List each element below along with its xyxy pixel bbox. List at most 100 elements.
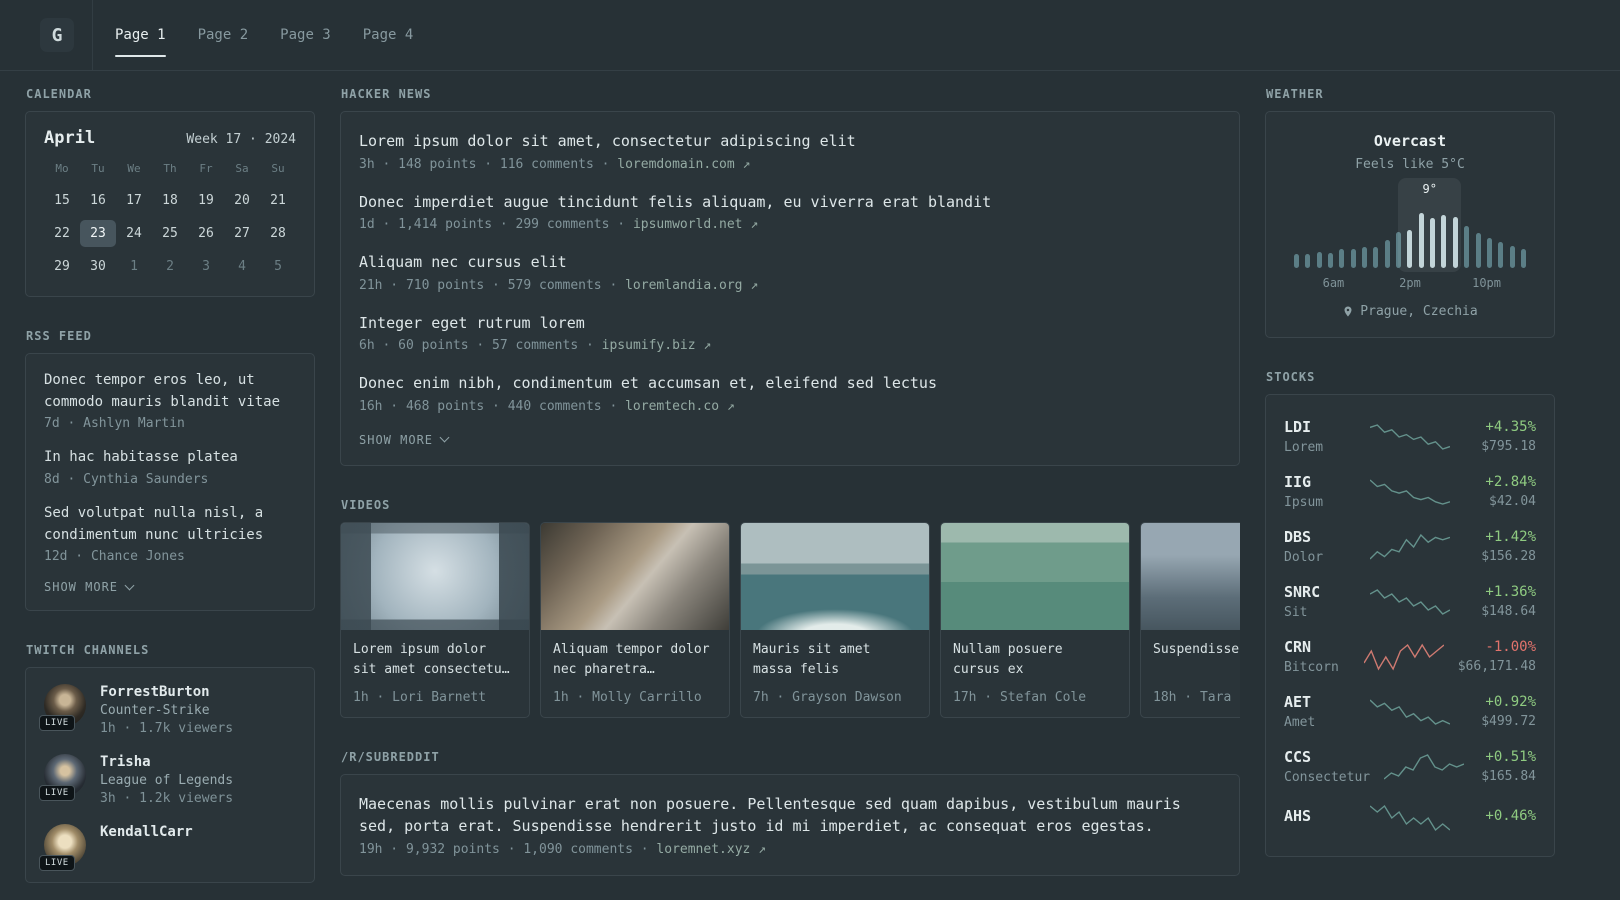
- video-title[interactable]: Lorem ipsum dolor sit amet consectetu…: [353, 640, 517, 682]
- news-item-title[interactable]: Donec enim nibh, condimentum et accumsan…: [359, 372, 1221, 395]
- stock-sparkline: [1370, 423, 1450, 450]
- subreddit-post-title[interactable]: Maecenas mollis pulvinar erat non posuer…: [359, 793, 1221, 838]
- stock-row[interactable]: AHS +0.46%: [1284, 794, 1536, 842]
- external-link-icon: ↗: [703, 338, 712, 353]
- subreddit-post-domain-link[interactable]: loremnet.xyz ↗: [656, 842, 766, 857]
- calendar-date-next-month: 4: [238, 259, 246, 274]
- news-item-title[interactable]: Lorem ipsum dolor sit amet, consectetur …: [359, 130, 1221, 153]
- stocks-card: LDI Lorem +4.35% $795.18 IIG Ipsum +2.84…: [1265, 394, 1555, 857]
- calendar-date: 26: [198, 226, 214, 241]
- stock-row[interactable]: LDI Lorem +4.35% $795.18: [1284, 409, 1536, 464]
- video-card[interactable]: Nullam posuere cursus ex 17h · Stefan Co…: [940, 521, 1130, 718]
- video-thumbnail[interactable]: [1141, 522, 1240, 630]
- tab-page-2[interactable]: Page 2: [198, 23, 249, 47]
- stock-price: $148.64: [1481, 604, 1536, 619]
- channel-name[interactable]: KendallCarr: [100, 824, 193, 840]
- stock-price: $66,171.48: [1457, 659, 1536, 674]
- hacker-news-card: Lorem ipsum dolor sit amet, consectetur …: [340, 111, 1240, 466]
- news-item-title[interactable]: Integer eget rutrum lorem: [359, 312, 1221, 335]
- tab-page-4[interactable]: Page 4: [363, 23, 414, 47]
- weather-widget-title: WEATHER: [1266, 87, 1324, 101]
- channel-name[interactable]: Trisha: [100, 754, 233, 770]
- rss-item-meta: 12d · Chance Jones: [44, 549, 185, 565]
- calendar-dow: Th: [163, 162, 177, 175]
- hacker-news-show-more-button[interactable]: SHOW MORE: [359, 433, 1221, 447]
- rss-item-title[interactable]: Donec tempor eros leo, ut commodo mauris…: [44, 370, 296, 413]
- stock-name: Consectetur: [1284, 770, 1371, 785]
- weather-hour-bar: [1373, 246, 1379, 268]
- left-column: CALENDAR April Week 17 · 2024 Mo Tu We T…: [25, 87, 315, 900]
- calendar-date-next-month: 1: [130, 259, 138, 274]
- video-thumbnail[interactable]: [941, 522, 1129, 630]
- twitch-channel-row[interactable]: LIVE Trisha League of Legends 3h · 1.2k …: [39, 754, 296, 807]
- calendar-date: 22: [54, 226, 70, 241]
- calendar-dow: Sa: [235, 162, 249, 175]
- news-item-domain-link[interactable]: loremtech.co ↗: [625, 399, 735, 414]
- rss-item-title[interactable]: Sed volutpat nulla nisl, a condimentum n…: [44, 503, 296, 546]
- rss-widget: RSS FEED Donec tempor eros leo, ut commo…: [25, 329, 315, 612]
- weather-hour-bar: [1350, 249, 1356, 268]
- live-badge: LIVE: [39, 715, 75, 732]
- news-item: Donec enim nibh, condimentum et accumsan…: [359, 372, 1221, 414]
- video-title[interactable]: Mauris sit amet massa felis: [753, 640, 917, 682]
- stock-row[interactable]: CRN Bitcorn -1.00% $66,171.48: [1284, 629, 1536, 684]
- news-item-domain-link[interactable]: loremdomain.com ↗: [617, 157, 750, 172]
- live-badge: LIVE: [39, 855, 75, 872]
- channel-name[interactable]: ForrestBurton: [100, 684, 233, 700]
- stock-sparkline: [1370, 698, 1450, 725]
- weather-hour-bar: [1509, 245, 1515, 268]
- video-card[interactable]: Suspendisse diam 18h · Tara: [1140, 521, 1240, 718]
- news-item-title[interactable]: Donec imperdiet augue tincidunt felis al…: [359, 191, 1221, 214]
- calendar-date: 17: [126, 193, 142, 208]
- stock-row[interactable]: SNRC Sit +1.36% $148.64: [1284, 574, 1536, 629]
- video-card[interactable]: Mauris sit amet massa felis 7h · Grayson…: [740, 521, 930, 718]
- calendar-date: 15: [54, 193, 70, 208]
- stock-row[interactable]: AET Amet +0.92% $499.72: [1284, 684, 1536, 739]
- app-logo[interactable]: G: [40, 18, 74, 52]
- rss-show-more-button[interactable]: SHOW MORE: [44, 580, 296, 594]
- calendar-month: April: [44, 128, 96, 148]
- news-item-title[interactable]: Aliquam nec cursus elit: [359, 251, 1221, 274]
- video-card[interactable]: Lorem ipsum dolor sit amet consectetu… 1…: [340, 521, 530, 718]
- video-card[interactable]: Aliquam tempor dolor nec pharetra… 1h · …: [540, 521, 730, 718]
- video-thumbnail[interactable]: [341, 522, 529, 630]
- weather-location: Prague, Czechia: [1360, 304, 1478, 319]
- weather-bar-chart: 9°: [1294, 178, 1526, 272]
- video-title[interactable]: Suspendisse diam: [1153, 640, 1240, 682]
- news-item-domain-link[interactable]: ipsumify.biz ↗: [602, 338, 712, 353]
- stock-change: +0.92%: [1485, 694, 1536, 710]
- channel-meta: 3h · 1.2k viewers: [100, 791, 234, 807]
- news-item-domain-link[interactable]: ipsumworld.net ↗: [633, 217, 758, 232]
- calendar-date: 16: [90, 193, 106, 208]
- external-link-icon: ↗: [758, 841, 766, 857]
- tab-page-3[interactable]: Page 3: [280, 23, 331, 47]
- stock-row[interactable]: DBS Dolor +1.42% $156.28: [1284, 519, 1536, 574]
- twitch-channel-row[interactable]: LIVE KendallCarr: [39, 824, 296, 872]
- stock-row[interactable]: CCS Consectetur +0.51% $165.84: [1284, 739, 1536, 794]
- stock-name: Ipsum: [1284, 495, 1324, 510]
- twitch-card: LIVE ForrestBurton Counter-Strike 1h · 1…: [25, 667, 315, 884]
- news-item: Lorem ipsum dolor sit amet, consectetur …: [359, 130, 1221, 172]
- calendar-widget-title: CALENDAR: [26, 87, 92, 101]
- rss-item-title[interactable]: In hac habitasse platea: [44, 447, 296, 469]
- stock-row[interactable]: IIG Ipsum +2.84% $42.04: [1284, 464, 1536, 519]
- video-thumbnail[interactable]: [541, 522, 729, 630]
- weather-location-row: Prague, Czechia: [1284, 304, 1536, 319]
- video-title[interactable]: Aliquam tempor dolor nec pharetra…: [553, 640, 717, 682]
- rss-item: In hac habitasse platea 8d · Cynthia Sau…: [44, 447, 296, 487]
- videos-widget-title: VIDEOS: [341, 497, 391, 512]
- stock-sparkline: [1370, 804, 1450, 832]
- stock-change: +1.36%: [1485, 584, 1536, 600]
- video-meta: 1h · Molly Carrillo: [553, 689, 702, 705]
- rss-item-meta: 7d · Ashlyn Martin: [44, 416, 185, 432]
- tab-page-1[interactable]: Page 1: [115, 23, 166, 57]
- twitch-channel-row[interactable]: LIVE ForrestBurton Counter-Strike 1h · 1…: [39, 684, 296, 736]
- video-title[interactable]: Nullam posuere cursus ex: [953, 640, 1117, 682]
- external-link-icon: ↗: [750, 277, 759, 293]
- calendar-date: 25: [162, 226, 178, 241]
- subreddit-post: Maecenas mollis pulvinar erat non posuer…: [359, 793, 1221, 857]
- stock-change: +0.51%: [1485, 749, 1536, 765]
- news-item-domain-link[interactable]: loremlandia.org ↗: [625, 278, 758, 293]
- video-thumbnail[interactable]: [741, 522, 929, 630]
- stock-sparkline: [1370, 588, 1450, 615]
